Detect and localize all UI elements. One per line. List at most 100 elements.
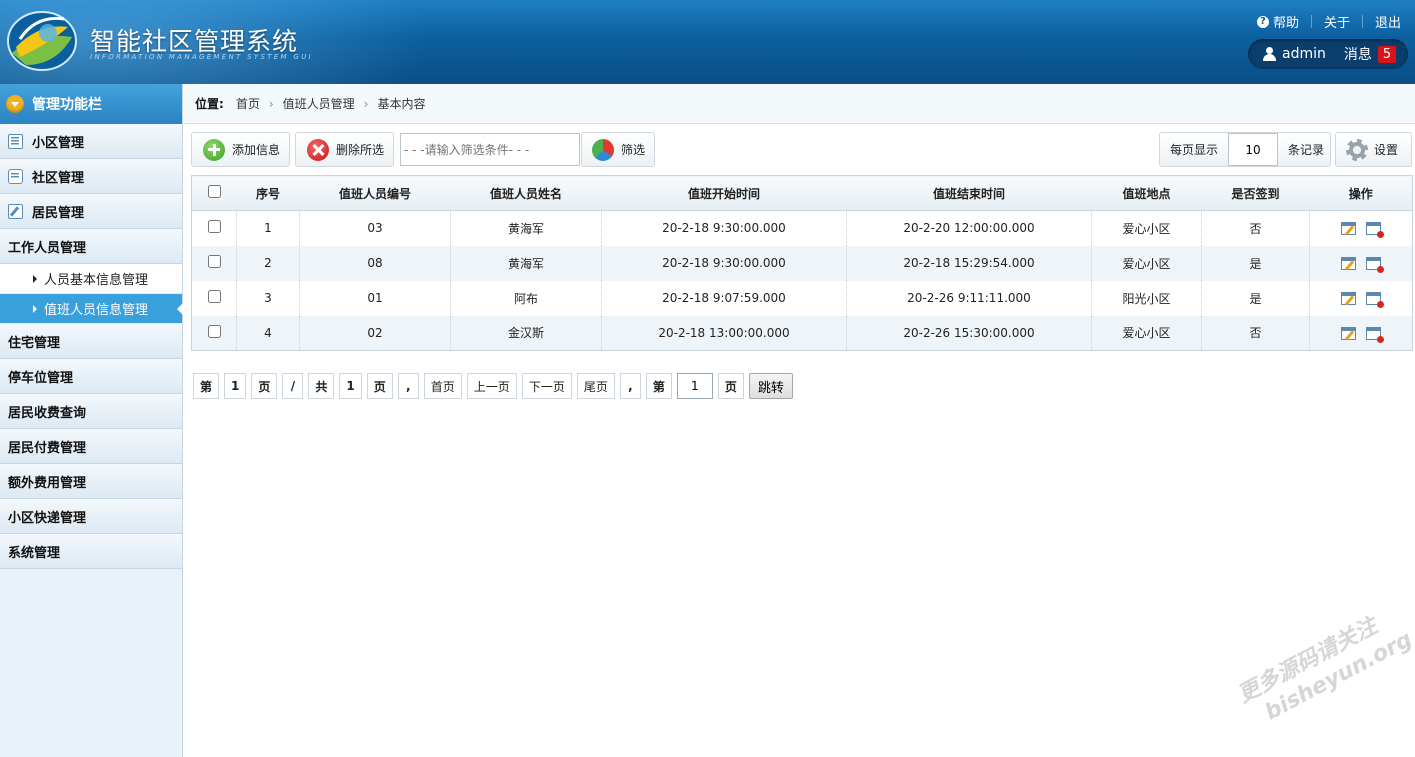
cell-signed-in: 是	[1201, 245, 1310, 281]
delete-icon[interactable]	[1366, 326, 1384, 343]
prev-page-button[interactable]: 上一页	[466, 373, 517, 399]
sidebar-item-label: 居民付费管理	[8, 440, 87, 456]
breadcrumb-item[interactable]: 值班人员管理	[283, 95, 355, 112]
cell-location: 爱心小区	[1091, 210, 1202, 246]
cell-actions	[1310, 281, 1413, 316]
sidebar-subitem-staff-basic[interactable]: 人员基本信息管理	[0, 264, 182, 294]
messages-link[interactable]: 消息	[1344, 44, 1372, 64]
row-select-cell	[191, 210, 237, 246]
pager-total-pages: 1	[339, 373, 362, 399]
row-select-cell	[191, 245, 237, 281]
cell-actions	[1310, 211, 1413, 246]
app-subtitle: INFORMATION MANAGEMENT SYSTEM GUI	[90, 53, 313, 61]
sidebar-item-label: 居民管理	[32, 205, 85, 221]
user-icon	[1262, 47, 1276, 61]
delete-button-label: 删除所选	[336, 143, 385, 157]
sidebar-subitem-label: 值班人员信息管理	[44, 303, 149, 318]
column-header: 值班结束时间	[846, 175, 1092, 211]
sidebar-item-label: 停车位管理	[8, 370, 74, 386]
row-checkbox[interactable]	[207, 220, 221, 234]
edit-icon[interactable]	[1341, 292, 1356, 305]
logout-link[interactable]: 退出	[1375, 12, 1401, 31]
table-row: 1 03 黄海军 20-2-18 9:30:00.000 20-2-20 12:…	[191, 210, 1413, 246]
sidebar-item-label: 小区快递管理	[8, 510, 87, 526]
cell-index: 1	[236, 210, 300, 246]
sidebar-item-residents[interactable]: 居民管理	[0, 194, 182, 229]
sidebar-header[interactable]: 管理功能栏	[0, 84, 182, 124]
duty-staff-table: 序号 值班人员编号 值班人员姓名 值班开始时间 值班结束时间 值班地点 是否签到…	[191, 175, 1413, 351]
cell-signed-in: 是	[1201, 280, 1310, 316]
jump-button[interactable]: 跳转	[748, 373, 793, 399]
filter-button[interactable]: 筛选	[581, 132, 655, 167]
delete-icon[interactable]	[1366, 222, 1384, 239]
sidebar-item-label: 系统管理	[8, 545, 61, 561]
sidebar-subitem-duty-staff[interactable]: 值班人员信息管理	[0, 294, 183, 324]
cell-index: 4	[236, 315, 300, 351]
cell-end-time: 20-2-26 9:11:11.000	[846, 280, 1092, 316]
messages-count-badge[interactable]: 5	[1377, 45, 1397, 63]
edit-icon[interactable]	[1341, 222, 1356, 236]
cell-end-time: 20-2-20 12:00:00.000	[846, 210, 1092, 246]
select-all-checkbox[interactable]	[207, 185, 221, 198]
cell-staff-id: 08	[299, 245, 451, 281]
watermark: 更多源码请关注 bisheyun.org	[1233, 601, 1415, 734]
help-link[interactable]: 帮助	[1273, 12, 1299, 31]
sidebar-item-fee-query[interactable]: 居民收费查询	[0, 257, 1412, 429]
cell-staff-id: 03	[299, 210, 451, 246]
sidebar-item-housing[interactable]: 住宅管理	[0, 257, 1412, 359]
add-button[interactable]: 添加信息	[191, 132, 290, 167]
jump-page-input[interactable]	[676, 373, 713, 399]
sidebar-item-label: 住宅管理	[8, 335, 61, 351]
chat-icon	[8, 168, 23, 184]
cell-actions	[1309, 315, 1413, 351]
pager-text: ,	[397, 373, 419, 399]
sidebar-item-payment[interactable]: 居民付费管理	[0, 257, 1412, 464]
sidebar-item-extra-fees[interactable]: 额外费用管理	[0, 257, 1412, 499]
sidebar-item-express[interactable]: 小区快递管理	[0, 257, 1412, 534]
first-page-button[interactable]: 首页	[423, 373, 462, 399]
cell-index: 2	[236, 245, 300, 281]
top-links: ? 帮助 关于 退出	[1256, 12, 1401, 31]
page-size-control: 每页显示 条记录	[1159, 132, 1331, 167]
cell-staff-id: 02	[299, 315, 451, 351]
row-checkbox[interactable]	[207, 255, 221, 268]
breadcrumb: 位置: 首页 › 值班人员管理 › 基本内容	[184, 84, 1415, 124]
cell-staff-name: 黄海军	[450, 210, 602, 246]
gear-icon	[1346, 138, 1368, 161]
settings-button[interactable]: 设置	[1335, 132, 1412, 167]
sidebar-item-parking[interactable]: 停车位管理	[0, 257, 1412, 394]
cell-staff-name: 阿布	[450, 280, 602, 316]
sidebar-item-system[interactable]: 系统管理	[0, 257, 1412, 569]
cell-start-time: 20-2-18 9:30:00.000	[601, 210, 847, 246]
sidebar-item-community[interactable]: 小区管理	[0, 124, 182, 159]
cell-location: 爱心小区	[1091, 245, 1202, 281]
edit-icon[interactable]	[1341, 326, 1356, 340]
filter-input[interactable]	[400, 133, 580, 166]
sidebar-item-neighborhood[interactable]: 社区管理	[0, 159, 182, 194]
chevron-right-icon: ›	[268, 96, 274, 111]
cell-start-time: 20-2-18 13:00:00.000	[601, 315, 847, 351]
cell-staff-name: 黄海军	[450, 245, 602, 281]
pager-text: 页	[717, 373, 744, 399]
delete-icon[interactable]	[1366, 257, 1384, 273]
pager-text: 共	[308, 373, 335, 399]
row-checkbox[interactable]	[207, 324, 221, 338]
username[interactable]: admin	[1282, 46, 1326, 62]
delete-icon[interactable]	[1366, 292, 1384, 308]
sidebar-item-staff[interactable]: 工作人员管理	[0, 229, 1412, 274]
next-page-button[interactable]: 下一页	[521, 373, 572, 399]
about-link[interactable]: 关于	[1324, 12, 1350, 31]
row-select-cell	[191, 280, 237, 316]
row-checkbox[interactable]	[207, 290, 221, 303]
cell-staff-id: 01	[299, 280, 451, 316]
caret-right-icon	[33, 304, 37, 313]
page-size-input[interactable]	[1228, 133, 1279, 166]
edit-icon[interactable]	[1341, 257, 1356, 270]
column-header: 序号	[236, 175, 300, 211]
delete-selected-button[interactable]: 删除所选	[295, 132, 394, 167]
breadcrumb-item[interactable]: 首页	[236, 95, 260, 112]
help-icon[interactable]: ?	[1256, 15, 1269, 28]
settings-button-label: 设置	[1374, 143, 1399, 157]
breadcrumb-item: 基本内容	[377, 97, 426, 111]
last-page-button[interactable]: 尾页	[576, 373, 615, 399]
